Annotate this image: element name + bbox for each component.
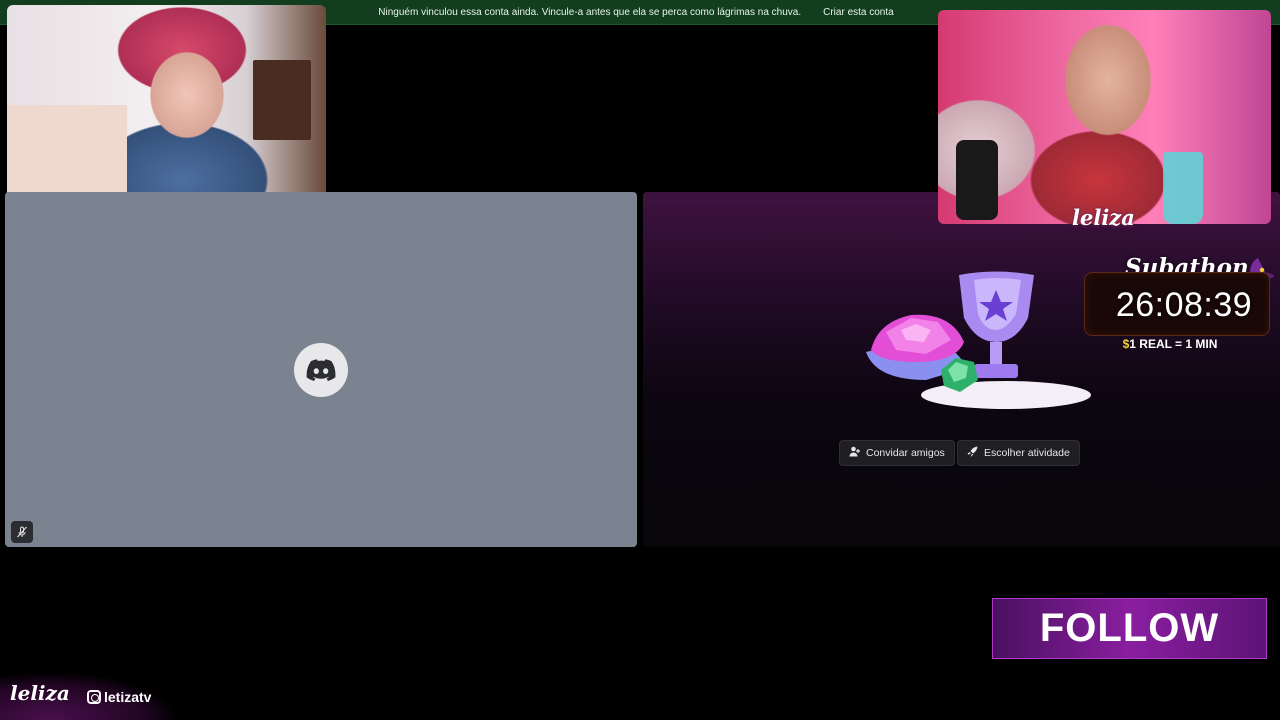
webcam-right-microphone [956, 140, 998, 220]
webcam-left [7, 5, 326, 209]
invite-friends-button[interactable]: Convidar amigos [839, 440, 955, 466]
brand-logo: leliza [10, 681, 70, 705]
choose-activity-button[interactable]: Escolher atividade [957, 440, 1080, 466]
create-account-button[interactable]: Criar esta conta [815, 4, 902, 21]
webcam-left-nightstand [253, 60, 311, 140]
banner-message: Ninguém vinculou essa conta ainda. Vincu… [378, 6, 802, 18]
invite-friends-label: Convidar amigos [866, 447, 945, 459]
add-friend-icon [849, 446, 860, 460]
mic-muted-icon[interactable] [11, 521, 33, 543]
instagram-icon [87, 690, 101, 704]
bottom-left-glow [0, 640, 240, 720]
subathon-timer: 26:08:39 [1115, 286, 1253, 324]
instagram-handle: letizatv [104, 689, 152, 705]
streamer-signature: leliza [1072, 205, 1135, 230]
webcam-right [938, 10, 1271, 224]
choose-activity-label: Escolher atividade [984, 447, 1070, 459]
discord-logo-icon [294, 343, 348, 397]
activity-tile: Convidar amigos Escolher atividade [643, 192, 1280, 547]
rocket-icon [967, 446, 978, 460]
follow-banner: FOLLOW [992, 598, 1267, 659]
webcam-right-object [1163, 152, 1203, 224]
voice-participant-tile[interactable] [5, 192, 637, 547]
trophy-gems-illustration [866, 271, 1091, 409]
subathon-rate: $1 REAL = 1 MIN [1110, 337, 1230, 351]
subathon-rate-text: 1 REAL = 1 MIN [1129, 337, 1218, 351]
